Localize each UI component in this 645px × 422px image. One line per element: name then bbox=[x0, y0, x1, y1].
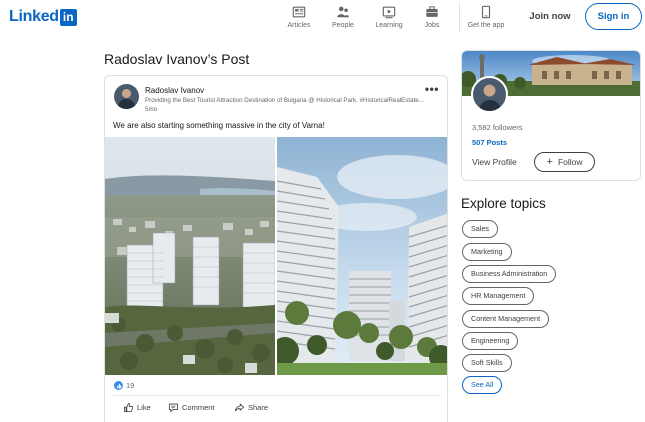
jobs-icon bbox=[426, 6, 438, 17]
nav-jobs[interactable]: Jobs bbox=[422, 5, 442, 33]
view-profile-button[interactable]: View Profile bbox=[472, 157, 517, 167]
nav-people-label: People bbox=[332, 22, 354, 29]
post-card: Radoslav Ivanov Providing the Best Touri… bbox=[104, 75, 448, 422]
topic-pill-soft-skills[interactable]: Soft Skills bbox=[462, 354, 512, 372]
follow-label: Follow bbox=[557, 157, 583, 167]
post-text: We are also starting something massive i… bbox=[113, 121, 325, 130]
join-now-button[interactable]: Join now bbox=[522, 8, 578, 26]
logo-in-badge: in bbox=[59, 8, 77, 26]
people-icon bbox=[337, 6, 349, 18]
nav-get-the-app[interactable]: Get the app bbox=[467, 5, 505, 33]
nav-people[interactable]: People bbox=[330, 5, 356, 33]
get-app-icon bbox=[481, 5, 491, 19]
author-name[interactable]: Radoslav Ivanov bbox=[145, 86, 204, 95]
comment-icon bbox=[168, 403, 179, 413]
author-avatar[interactable] bbox=[114, 84, 139, 109]
logo-text: Linked bbox=[9, 8, 59, 25]
post-divider bbox=[113, 395, 441, 396]
topic-pill-engineering[interactable]: Engineering bbox=[462, 332, 519, 350]
reactions-summary[interactable]: 19 bbox=[114, 381, 134, 390]
page-title: Radoslav Ivanov’s Post bbox=[104, 51, 250, 67]
post-image-aerial-city[interactable] bbox=[105, 137, 275, 375]
post-time: 5mo bbox=[145, 106, 158, 113]
comment-button[interactable]: Comment bbox=[168, 402, 215, 413]
thumbs-up-icon bbox=[123, 402, 134, 413]
more-options-icon[interactable]: ••• bbox=[425, 82, 439, 96]
see-all-topics-button[interactable]: See All bbox=[462, 376, 503, 394]
reaction-count: 19 bbox=[126, 381, 135, 390]
share-button[interactable]: Share bbox=[234, 402, 268, 413]
post-image-tower-render[interactable] bbox=[277, 137, 447, 375]
author-profile-card: 3,582 followers 507 Posts View Profile +… bbox=[461, 50, 641, 181]
topic-pill-content-management[interactable]: Content Management bbox=[462, 310, 550, 328]
plus-icon: + bbox=[546, 156, 553, 168]
like-reaction-icon bbox=[114, 381, 123, 390]
follow-button[interactable]: + Follow bbox=[534, 152, 595, 172]
nav-get-the-app-label: Get the app bbox=[467, 22, 505, 29]
nav-articles-label: Articles bbox=[287, 22, 311, 29]
sign-in-button[interactable]: Sign in bbox=[585, 3, 642, 30]
profile-avatar[interactable] bbox=[471, 76, 508, 113]
topic-pill-business-administration[interactable]: Business Administration bbox=[462, 265, 557, 283]
topic-pill-hr-management[interactable]: HR Management bbox=[462, 287, 535, 305]
articles-icon bbox=[292, 6, 306, 18]
top-nav-bar: Linked in Articles People Learning Jobs … bbox=[0, 0, 645, 40]
like-button[interactable]: Like bbox=[123, 402, 151, 413]
nav-learning[interactable]: Learning bbox=[374, 5, 404, 33]
nav-learning-label: Learning bbox=[375, 22, 403, 29]
linkedin-logo[interactable]: Linked in bbox=[9, 8, 77, 26]
share-label: Share bbox=[248, 403, 269, 412]
learning-icon bbox=[382, 6, 396, 19]
nav-articles[interactable]: Articles bbox=[286, 5, 312, 33]
posts-count-link[interactable]: 507 Posts bbox=[472, 138, 507, 147]
author-headline: Providing the Best Tourist Attraction De… bbox=[145, 97, 424, 104]
topic-pill-marketing[interactable]: Marketing bbox=[462, 243, 512, 261]
share-icon bbox=[234, 403, 245, 412]
explore-topics-heading: Explore topics bbox=[461, 196, 546, 211]
topic-pill-sales[interactable]: Sales bbox=[462, 220, 498, 238]
followers-count: 3,582 followers bbox=[472, 123, 523, 132]
comment-label: Comment bbox=[182, 403, 215, 412]
like-label: Like bbox=[137, 403, 151, 412]
nav-jobs-label: Jobs bbox=[424, 22, 440, 29]
nav-divider bbox=[459, 3, 460, 33]
